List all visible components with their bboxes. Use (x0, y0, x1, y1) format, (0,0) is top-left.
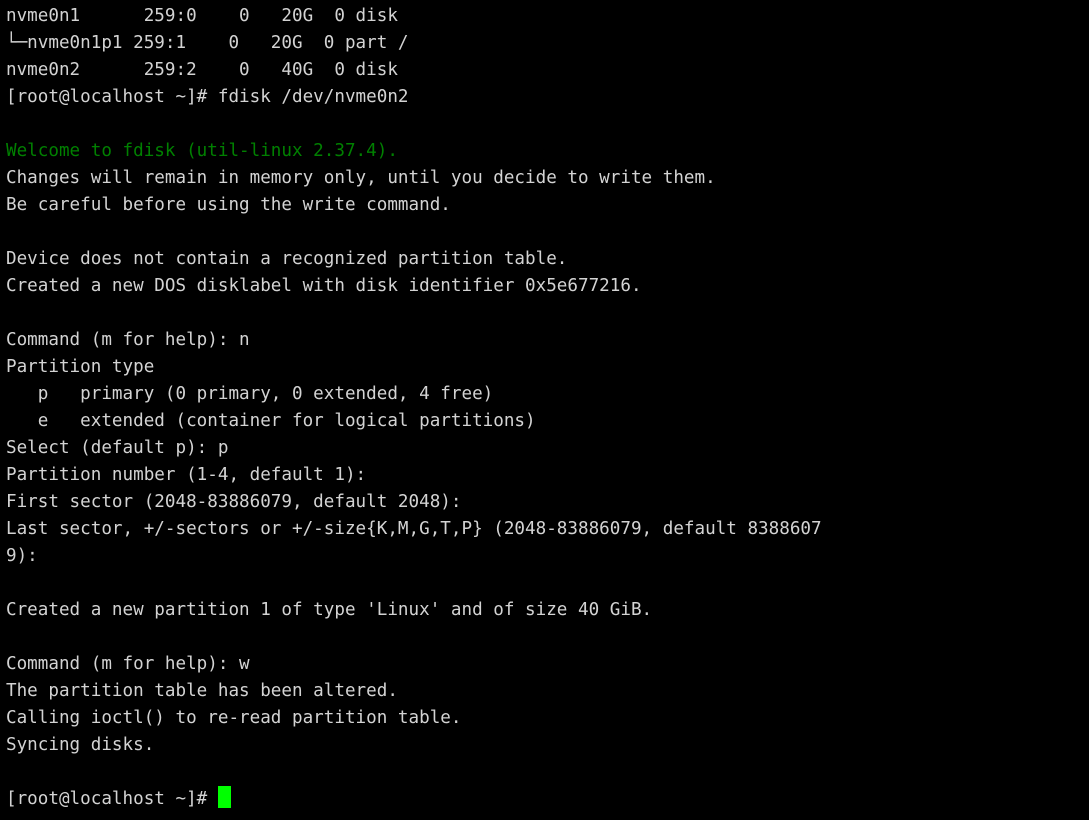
terminal-line-calling-ioctl: Calling ioctl() to re-read partition tab… (6, 708, 462, 728)
terminal-line-be-careful: Be careful before using the write comman… (6, 195, 451, 215)
terminal-line-no-partition-table: Device does not contain a recognized par… (6, 249, 568, 269)
terminal-line-blank-3 (6, 300, 1089, 327)
terminal-line-blank-6 (6, 759, 1089, 786)
terminal-line-welcome: Welcome to fdisk (util-linux 2.37.4). (6, 141, 398, 161)
terminal-line-first-sector: First sector (2048-83886079, default 204… (6, 492, 473, 512)
terminal-line-blank-5 (6, 624, 1089, 651)
terminal-line-lsblk-nvme0n2: nvme0n2 259:2 0 40G 0 disk (6, 60, 409, 80)
terminal-line-blank-4 (6, 570, 1089, 597)
terminal-line-option-extended: e extended (container for logical partit… (6, 411, 536, 431)
terminal-screen[interactable]: nvme0n1 259:0 0 20G 0 disk └─nvme0n1p1 2… (0, 0, 1089, 820)
terminal-line-blank-2 (6, 219, 1089, 246)
terminal-line-command-w: Command (m for help): w (6, 654, 250, 674)
terminal-prompt-line[interactable]: [root@localhost ~]# (6, 786, 1089, 813)
terminal-line-syncing-disks: Syncing disks. (6, 735, 155, 755)
shell-prompt: [root@localhost ~]# (6, 789, 218, 809)
terminal-line-last-sector-wrap-1: Last sector, +/-sectors or +/-size{K,M,G… (6, 519, 822, 539)
terminal-line-command-n: Command (m for help): n (6, 330, 250, 350)
terminal-line-partition-number: Partition number (1-4, default 1): (6, 465, 377, 485)
terminal-line-lsblk-nvme0n1p1: └─nvme0n1p1 259:1 0 20G 0 part / (6, 33, 409, 53)
terminal-line-fdisk-command: [root@localhost ~]# fdisk /dev/nvme0n2 (6, 87, 409, 107)
terminal-line-changes-memory: Changes will remain in memory only, unti… (6, 168, 716, 188)
terminal-line-created-partition: Created a new partition 1 of type 'Linux… (6, 600, 653, 620)
terminal-line-partition-type-header: Partition type (6, 357, 155, 377)
terminal-line-lsblk-nvme0n1: nvme0n1 259:0 0 20G 0 disk (6, 6, 409, 26)
terminal-line-select-default-p: Select (default p): p (6, 438, 229, 458)
text-cursor (217, 786, 232, 808)
terminal-line-last-sector-wrap-2: 9): (6, 546, 49, 566)
terminal-line-created-disklabel: Created a new DOS disklabel with disk id… (6, 276, 642, 296)
terminal-line-table-altered: The partition table has been altered. (6, 681, 398, 701)
terminal-line-blank-1 (6, 111, 1089, 138)
terminal-line-option-primary: p primary (0 primary, 0 extended, 4 free… (6, 384, 494, 404)
